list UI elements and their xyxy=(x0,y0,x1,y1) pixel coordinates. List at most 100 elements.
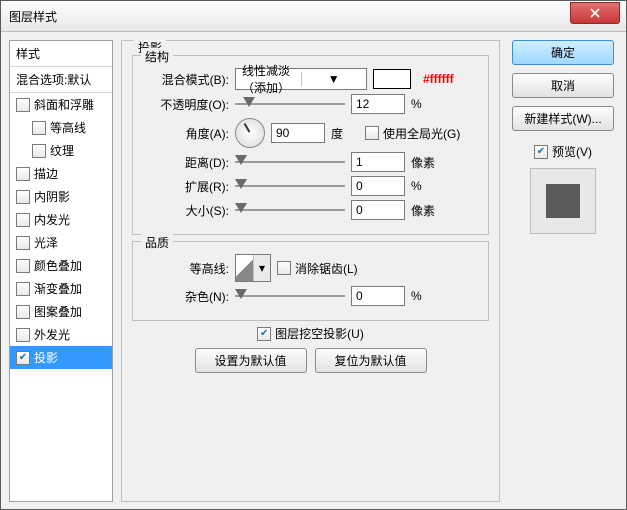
contour-thumb-icon xyxy=(236,255,253,281)
checkbox-icon xyxy=(277,261,291,275)
size-unit: 像素 xyxy=(411,202,439,219)
knockout-check[interactable]: ✔ 图层挖空投影(U) xyxy=(257,325,364,342)
sidebar-item-label: 渐变叠加 xyxy=(34,280,82,297)
sidebar-item-label: 图案叠加 xyxy=(34,303,82,320)
distance-unit: 像素 xyxy=(411,154,439,171)
checkbox-icon xyxy=(16,259,30,273)
checkbox-icon xyxy=(16,213,30,227)
sidebar-item-0[interactable]: 斜面和浮雕 xyxy=(10,93,112,116)
sidebar-item-8[interactable]: 渐变叠加 xyxy=(10,277,112,300)
quality-group: 品质 等高线: ▾ 消除锯齿(L) 杂色(N): 0 xyxy=(132,241,489,321)
spread-value[interactable]: 0 xyxy=(351,176,405,196)
sidebar-header[interactable]: 样式 xyxy=(10,41,112,67)
sidebar-item-7[interactable]: 颜色叠加 xyxy=(10,254,112,277)
checkbox-icon: ✔ xyxy=(257,327,271,341)
sidebar-item-label: 投影 xyxy=(34,349,58,366)
checkbox-icon xyxy=(365,126,379,140)
sidebar-item-4[interactable]: 内阴影 xyxy=(10,185,112,208)
sidebar-item-label: 内发光 xyxy=(34,211,70,228)
blend-mode-value: 线性减淡（添加） xyxy=(236,62,301,96)
layer-style-dialog: 图层样式 样式 混合选项:默认 斜面和浮雕等高线纹理描边内阴影内发光光泽颜色叠加… xyxy=(0,0,627,510)
styles-sidebar: 样式 混合选项:默认 斜面和浮雕等高线纹理描边内阴影内发光光泽颜色叠加渐变叠加图… xyxy=(9,40,113,502)
ok-button[interactable]: 确定 xyxy=(512,40,614,65)
contour-picker[interactable]: ▾ xyxy=(235,254,271,282)
opacity-slider[interactable] xyxy=(235,97,345,111)
antialias-label: 消除锯齿(L) xyxy=(295,260,358,277)
checkbox-icon xyxy=(16,190,30,204)
checkbox-icon xyxy=(16,98,30,112)
sidebar-item-11[interactable]: ✔ 投影 xyxy=(10,346,112,369)
sidebar-item-label: 颜色叠加 xyxy=(34,257,82,274)
checkbox-icon xyxy=(16,305,30,319)
noise-label: 杂色(N): xyxy=(143,288,229,305)
global-light-label: 使用全局光(G) xyxy=(383,125,460,142)
sidebar-item-2[interactable]: 纹理 xyxy=(10,139,112,162)
opacity-label: 不透明度(O): xyxy=(143,96,229,113)
size-value[interactable]: 0 xyxy=(351,200,405,220)
color-hex: #ffffff xyxy=(423,72,454,86)
sidebar-item-label: 外发光 xyxy=(34,326,70,343)
sidebar-item-3[interactable]: 描边 xyxy=(10,162,112,185)
noise-unit: % xyxy=(411,289,439,303)
preview-check[interactable]: ✔ 预览(V) xyxy=(534,143,592,160)
sidebar-item-label: 光泽 xyxy=(34,234,58,251)
new-style-button[interactable]: 新建样式(W)... xyxy=(512,106,614,131)
blend-mode-combo[interactable]: 线性减淡（添加） ▼ xyxy=(235,68,367,90)
checkbox-icon xyxy=(16,236,30,250)
chevron-down-icon: ▾ xyxy=(253,255,270,281)
cancel-button[interactable]: 取消 xyxy=(512,73,614,98)
sidebar-item-10[interactable]: 外发光 xyxy=(10,323,112,346)
spread-label: 扩展(R): xyxy=(143,178,229,195)
preview-swatch xyxy=(546,184,580,218)
checkbox-icon: ✔ xyxy=(16,351,30,365)
angle-label: 角度(A): xyxy=(143,125,229,142)
spread-slider[interactable] xyxy=(235,179,345,193)
global-light-check[interactable]: 使用全局光(G) xyxy=(365,125,460,142)
angle-value[interactable]: 90 xyxy=(271,123,325,143)
checkbox-icon xyxy=(16,328,30,342)
distance-slider[interactable] xyxy=(235,155,345,169)
distance-value[interactable]: 1 xyxy=(351,152,405,172)
preview-box xyxy=(530,168,596,234)
blend-options-row[interactable]: 混合选项:默认 xyxy=(10,67,112,93)
noise-value[interactable]: 0 xyxy=(351,286,405,306)
sidebar-item-label: 斜面和浮雕 xyxy=(34,96,94,113)
distance-label: 距离(D): xyxy=(143,154,229,171)
sidebar-item-label: 描边 xyxy=(34,165,58,182)
titlebar[interactable]: 图层样式 xyxy=(1,1,626,32)
size-slider[interactable] xyxy=(235,203,345,217)
checkbox-icon xyxy=(32,121,46,135)
noise-slider[interactable] xyxy=(235,289,345,303)
opacity-value[interactable]: 12 xyxy=(351,94,405,114)
set-defaults-button[interactable]: 设置为默认值 xyxy=(195,348,307,373)
sidebar-item-label: 内阴影 xyxy=(34,188,70,205)
antialias-check[interactable]: 消除锯齿(L) xyxy=(277,260,358,277)
checkbox-icon xyxy=(16,167,30,181)
right-column: 确定 取消 新建样式(W)... ✔ 预览(V) xyxy=(508,40,618,502)
opacity-unit: % xyxy=(411,97,439,111)
sidebar-item-5[interactable]: 内发光 xyxy=(10,208,112,231)
size-label: 大小(S): xyxy=(143,202,229,219)
knockout-label: 图层挖空投影(U) xyxy=(275,325,364,342)
contour-label: 等高线: xyxy=(143,260,229,277)
dialog-body: 样式 混合选项:默认 斜面和浮雕等高线纹理描边内阴影内发光光泽颜色叠加渐变叠加图… xyxy=(1,32,626,510)
close-button[interactable] xyxy=(570,2,620,24)
window-title: 图层样式 xyxy=(9,8,57,25)
sidebar-item-6[interactable]: 光泽 xyxy=(10,231,112,254)
structure-legend: 结构 xyxy=(141,48,173,65)
blend-mode-label: 混合模式(B): xyxy=(143,71,229,88)
chevron-down-icon: ▼ xyxy=(301,72,367,86)
structure-group: 结构 混合模式(B): 线性减淡（添加） ▼ #ffffff 不透明度(O): … xyxy=(132,55,489,235)
checkbox-icon xyxy=(16,282,30,296)
checkbox-icon xyxy=(32,144,46,158)
angle-dial[interactable] xyxy=(235,118,265,148)
sidebar-item-label: 纹理 xyxy=(50,142,74,159)
sidebar-item-label: 等高线 xyxy=(50,119,86,136)
color-swatch[interactable] xyxy=(373,69,411,89)
preview-label: 预览(V) xyxy=(552,143,592,160)
sidebar-item-9[interactable]: 图案叠加 xyxy=(10,300,112,323)
sidebar-item-1[interactable]: 等高线 xyxy=(10,116,112,139)
reset-defaults-button[interactable]: 复位为默认值 xyxy=(315,348,427,373)
quality-legend: 品质 xyxy=(141,234,173,251)
angle-unit: 度 xyxy=(331,125,359,142)
